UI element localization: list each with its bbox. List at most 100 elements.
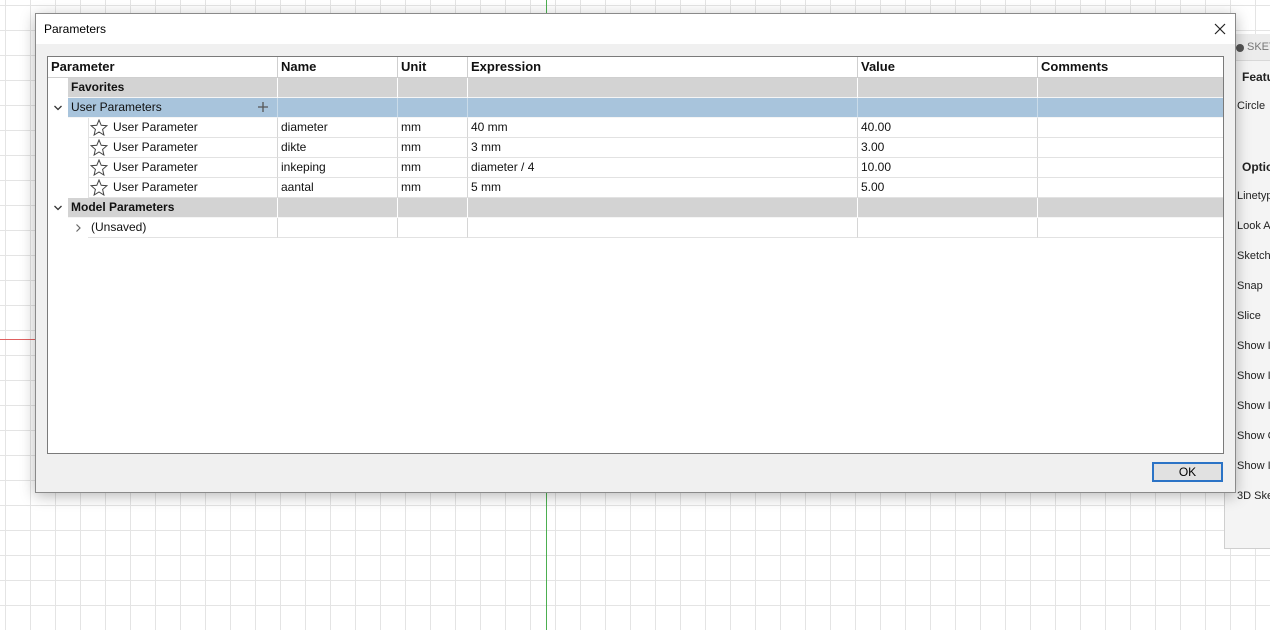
table-row[interactable]: User Parameter inkeping mm diameter / 4 … [48, 158, 1223, 178]
parameter-unit[interactable]: mm [398, 158, 468, 178]
palette-item-look-at[interactable]: Look A [1237, 220, 1270, 232]
parameter-type: User Parameter [113, 140, 198, 154]
parameter-name[interactable]: inkeping [278, 158, 398, 178]
model-parameters-group-row[interactable]: Model Parameters [48, 198, 1223, 218]
parameter-unit[interactable]: mm [398, 138, 468, 158]
parameter-expression[interactable]: 5 mm [468, 178, 858, 198]
dialog-title: Parameters [44, 22, 107, 36]
group-cell [858, 98, 1038, 118]
parameter-type-cell: User Parameter [88, 118, 278, 138]
palette-item-3d-sketch[interactable]: 3D Ske [1237, 490, 1270, 502]
group-cell [1038, 198, 1223, 218]
add-parameter-icon[interactable] [257, 101, 269, 113]
parameter-unit[interactable]: mm [398, 118, 468, 138]
parameter-expression[interactable]: diameter / 4 [468, 158, 858, 178]
parameter-value: 5.00 [858, 178, 1038, 198]
group-cell [398, 198, 468, 218]
parameter-type: User Parameter [113, 120, 198, 134]
group-cell [468, 78, 858, 98]
palette-title: SKET [1247, 41, 1270, 53]
palette-item-slice[interactable]: Slice [1237, 310, 1261, 322]
favorite-star-icon[interactable] [90, 139, 108, 156]
parameter-value: 10.00 [858, 158, 1038, 178]
group-cell [398, 78, 468, 98]
parameter-comments[interactable] [1038, 158, 1223, 178]
favorites-label: Favorites [68, 78, 278, 98]
parameter-value: 3.00 [858, 138, 1038, 158]
favorite-star-icon[interactable] [90, 179, 108, 196]
empty-cell [278, 218, 398, 238]
parameter-comments[interactable] [1038, 178, 1223, 198]
parameter-name[interactable]: aantal [278, 178, 398, 198]
collapse-icon[interactable] [1236, 44, 1244, 52]
table-row[interactable]: User Parameter aantal mm 5 mm 5.00 [48, 178, 1223, 198]
group-cell [278, 198, 398, 218]
palette-item-show-1[interactable]: Show I [1237, 340, 1270, 352]
close-icon [1214, 23, 1226, 35]
empty-cell [1038, 218, 1223, 238]
group-cell [1038, 78, 1223, 98]
palette-item-sketch-grid[interactable]: Sketch [1237, 250, 1270, 262]
close-button[interactable] [1205, 14, 1235, 44]
parameter-type: User Parameter [113, 160, 198, 174]
unsaved-model-row[interactable]: (Unsaved) [48, 218, 1223, 238]
parameter-name[interactable]: dikte [278, 138, 398, 158]
parameter-comments[interactable] [1038, 138, 1223, 158]
palette-section-options: Optio [1242, 160, 1270, 174]
column-header-comments[interactable]: Comments [1038, 57, 1223, 78]
parameter-value: 40.00 [858, 118, 1038, 138]
column-header-value[interactable]: Value [858, 57, 1038, 78]
table-row[interactable]: User Parameter diameter mm 40 mm 40.00 [48, 118, 1223, 138]
column-header-parameter[interactable]: Parameter [48, 57, 278, 78]
unsaved-label: (Unsaved) [88, 218, 278, 238]
palette-item-snap[interactable]: Snap [1237, 280, 1263, 292]
group-cell [468, 98, 858, 118]
palette-section-features: Featu [1242, 70, 1270, 84]
column-header-unit[interactable]: Unit [398, 57, 468, 78]
parameter-unit[interactable]: mm [398, 178, 468, 198]
parameter-name[interactable]: diameter [278, 118, 398, 138]
parameter-type-cell: User Parameter [88, 178, 278, 198]
parameter-type: User Parameter [113, 180, 198, 194]
group-cell [278, 78, 398, 98]
group-cell [278, 98, 398, 118]
parameter-type-cell: User Parameter [88, 138, 278, 158]
favorite-star-icon[interactable] [90, 159, 108, 176]
parameters-dialog: Parameters Parameter Name Unit Expressio… [35, 13, 1236, 493]
palette-item-circle[interactable]: Circle [1237, 100, 1265, 112]
palette-item-show-3[interactable]: Show I [1237, 400, 1270, 412]
column-header-name[interactable]: Name [278, 57, 398, 78]
palette-item-linetype[interactable]: Linetyp [1237, 190, 1270, 202]
parameter-expression[interactable]: 3 mm [468, 138, 858, 158]
parameter-comments[interactable] [1038, 118, 1223, 138]
parameters-table: Parameter Name Unit Expression Value Com… [47, 56, 1224, 454]
table-header: Parameter Name Unit Expression Value Com… [48, 57, 1223, 78]
chevron-down-icon[interactable] [53, 103, 63, 113]
favorites-group-row[interactable]: Favorites [48, 78, 1223, 98]
palette-item-show-5[interactable]: Show I [1237, 460, 1270, 472]
group-cell [468, 198, 858, 218]
chevron-down-icon[interactable] [53, 203, 63, 213]
sketch-axis-horizontal [0, 339, 36, 340]
parameter-expression[interactable]: 40 mm [468, 118, 858, 138]
empty-cell [398, 218, 468, 238]
user-parameters-label: User Parameters [68, 98, 278, 118]
user-parameters-group-row[interactable]: User Parameters [48, 98, 1223, 118]
ok-button[interactable]: OK [1152, 462, 1223, 482]
column-header-expression[interactable]: Expression [468, 57, 858, 78]
empty-cell [858, 218, 1038, 238]
dialog-titlebar[interactable]: Parameters [36, 14, 1235, 44]
group-cell [398, 98, 468, 118]
chevron-right-icon[interactable] [73, 223, 83, 233]
table-row[interactable]: User Parameter dikte mm 3 mm 3.00 [48, 138, 1223, 158]
favorite-star-icon[interactable] [90, 119, 108, 136]
palette-item-show-2[interactable]: Show I [1237, 370, 1270, 382]
empty-cell [468, 218, 858, 238]
model-parameters-label: Model Parameters [68, 198, 278, 218]
user-parameters-text: User Parameters [71, 100, 162, 114]
parameter-type-cell: User Parameter [88, 158, 278, 178]
palette-item-show-4[interactable]: Show C [1237, 430, 1270, 442]
group-cell [858, 198, 1038, 218]
group-cell [858, 78, 1038, 98]
group-cell [1038, 98, 1223, 118]
